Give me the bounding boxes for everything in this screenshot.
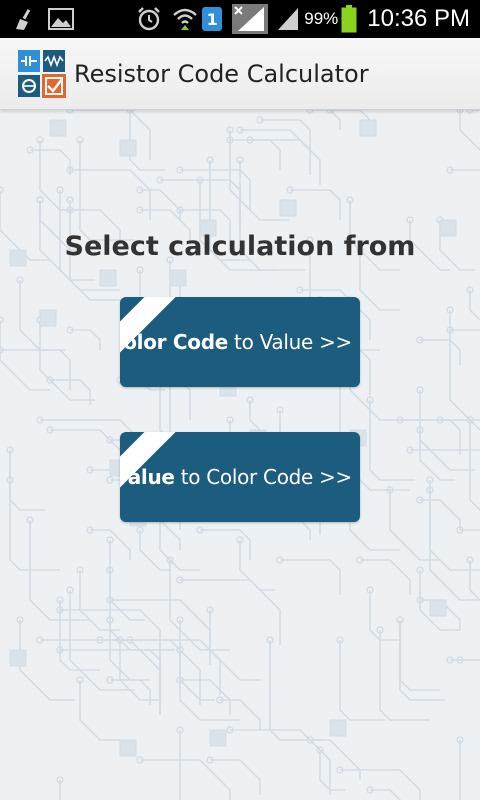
main-content: Select calculation from Color Code to Va…	[0, 110, 480, 800]
wifi-icon	[172, 7, 198, 31]
screen: 1 99% 10:36 PM Resistor Code Calculator …	[0, 0, 480, 800]
clock: 10:36 PM	[367, 5, 470, 32]
signal-icon	[232, 4, 269, 34]
button-label-bold: Value	[120, 465, 175, 489]
button-label-bold: Color Code	[120, 330, 228, 354]
alarm-icon	[136, 6, 162, 32]
cellular-signal-icon	[276, 6, 300, 32]
app-title: Resistor Code Calculator	[74, 59, 369, 88]
broom-icon	[14, 7, 34, 31]
battery-percent: 99%	[304, 9, 339, 28]
app-logo-icon[interactable]	[16, 48, 68, 100]
prompt-heading: Select calculation from	[64, 231, 416, 262]
button-label: Value to Color Code >>	[120, 432, 352, 522]
status-bar: 1 99% 10:36 PM	[0, 0, 480, 38]
button-label-rest: to Color Code >>	[174, 465, 353, 489]
action-bar: Resistor Code Calculator	[0, 38, 480, 110]
gallery-icon	[48, 8, 74, 30]
battery-icon	[341, 5, 357, 33]
button-label-rest: to Value >>	[228, 330, 352, 354]
button-label: Color Code to Value >>	[120, 297, 352, 387]
notification-badge: 1	[202, 7, 223, 31]
value-to-color-code-button[interactable]: Value to Color Code >>	[120, 432, 360, 522]
color-code-to-value-button[interactable]: Color Code to Value >>	[120, 297, 360, 387]
